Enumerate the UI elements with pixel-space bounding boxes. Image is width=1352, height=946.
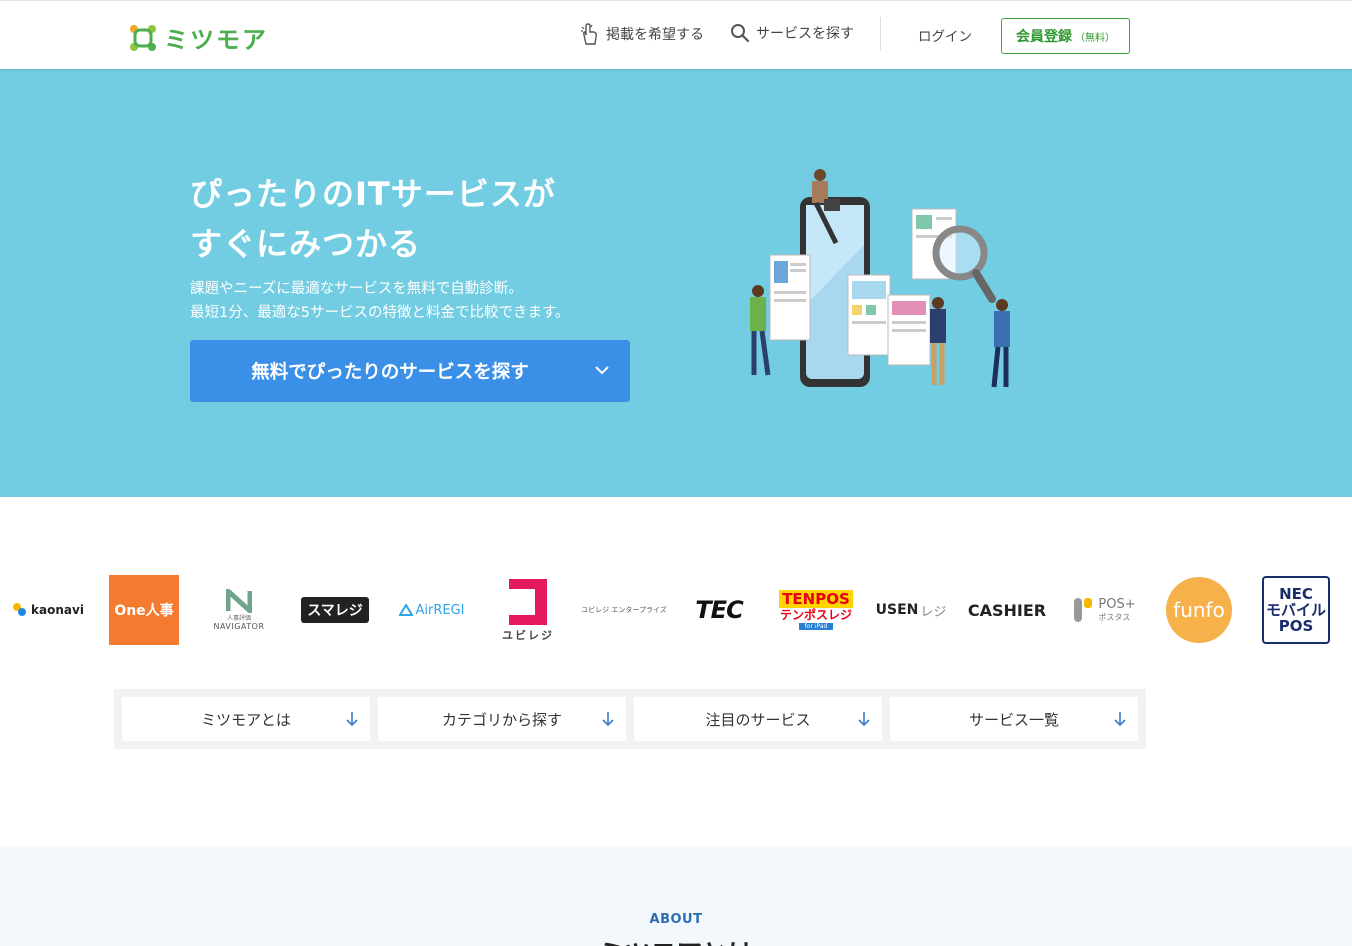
hero-title: ぴったりのITサービスが すぐにみつかる bbox=[190, 169, 556, 269]
logo-ubiregi: ユビレジ bbox=[494, 570, 562, 650]
hero-description: 課題やニーズに最適なサービスを無料で自動診断。 最短1分、最適な5サービスの特徴… bbox=[190, 277, 570, 325]
hero-desc-line1: 課題やニーズに最適なサービスを無料で自動診断。 bbox=[190, 281, 523, 297]
hero-desc-line2: 最短1分、最適な5サービスの特徴と料金で比較できます。 bbox=[190, 305, 570, 321]
nav-search-label: サービスを探す bbox=[756, 26, 854, 42]
arrow-down-icon bbox=[602, 712, 614, 727]
kaonavi-mark-icon bbox=[13, 603, 27, 616]
airregi-mark-icon bbox=[399, 604, 414, 616]
hero-title-line2: すぐにみつかる bbox=[190, 225, 422, 263]
logo-one-jinji: One人事 bbox=[108, 570, 180, 650]
hero-title-line1: ぴったりのITサービスが bbox=[190, 175, 556, 213]
anchor-about[interactable]: ミツモアとは bbox=[122, 697, 370, 741]
ubiregi-mark-icon bbox=[509, 579, 547, 625]
arrow-down-icon bbox=[858, 712, 870, 727]
logo-smaregi: スマレジ bbox=[301, 570, 369, 650]
logo-nec-mobile-pos: NEC モバイル POS bbox=[1260, 570, 1332, 650]
login-label: ログイン bbox=[918, 29, 972, 45]
anchor-category[interactable]: カテゴリから探す bbox=[378, 697, 626, 741]
hero-illustration bbox=[750, 169, 1010, 388]
brand-logo[interactable]: ミツモア bbox=[128, 20, 268, 55]
logo-kaonavi: kaonavi bbox=[8, 570, 88, 650]
section-anchor-nav: ミツモアとは カテゴリから探す 注目のサービス サービス一覧 bbox=[114, 689, 1146, 749]
navigator-mark-icon bbox=[226, 589, 252, 613]
logo-funfo: funfo bbox=[1164, 570, 1234, 650]
anchor-about-label: ミツモアとは bbox=[201, 710, 291, 729]
chevron-down-icon bbox=[595, 366, 609, 375]
about-section: ABOUT ミツモアとは bbox=[0, 846, 1352, 946]
anchor-featured[interactable]: 注目のサービス bbox=[634, 697, 882, 741]
logo-tec: TEC bbox=[695, 596, 743, 624]
logo-airregi: AirREGI bbox=[396, 570, 468, 650]
nav-publish-label: 掲載を希望する bbox=[606, 27, 704, 43]
site-header: ミツモア 掲載を希望する サービスを探す ログイン 会員登録 （無料） bbox=[0, 0, 1352, 69]
find-service-label: 無料でぴったりのサービスを探す bbox=[251, 362, 529, 383]
partner-logos: kaonavi One人事 人事評価 NAVIGATOR スマレジ AirREG… bbox=[0, 570, 1352, 650]
search-icon bbox=[731, 24, 750, 43]
anchor-category-label: カテゴリから探す bbox=[441, 710, 562, 729]
mitsumore-logo-icon bbox=[130, 24, 156, 51]
nav-publish-link[interactable]: 掲載を希望する bbox=[580, 23, 704, 45]
anchor-service-list-label: サービス一覧 bbox=[968, 710, 1059, 729]
postas-mark-icon bbox=[1074, 598, 1093, 622]
about-label: ABOUT bbox=[649, 912, 703, 927]
arrow-down-icon bbox=[1114, 712, 1126, 727]
register-label: 会員登録 bbox=[1016, 29, 1072, 45]
about-title: ミツモアとは bbox=[0, 934, 1352, 946]
register-button[interactable]: 会員登録 （無料） bbox=[1001, 18, 1130, 54]
brand-name: ミツモア bbox=[164, 26, 268, 54]
nav-search-link[interactable]: サービスを探す bbox=[730, 23, 854, 43]
logo-usen-regi: USEN レジ bbox=[875, 602, 947, 620]
find-service-button[interactable]: 無料でぴったりのサービスを探す bbox=[190, 340, 630, 402]
login-link[interactable]: ログイン bbox=[918, 25, 972, 45]
logo-cashier: CASHIER bbox=[967, 600, 1047, 620]
anchor-service-list[interactable]: サービス一覧 bbox=[890, 697, 1138, 741]
hero-section: ぴったりのITサービスが すぐにみつかる 課題やニーズに最適なサービスを無料で自… bbox=[0, 69, 1352, 497]
logo-postas: POS+ ポスタス bbox=[1066, 570, 1142, 650]
arrow-down-icon bbox=[346, 712, 358, 727]
hand-icon bbox=[581, 23, 597, 45]
register-note: （無料） bbox=[1075, 32, 1115, 44]
logo-ubiregi-enterprise: ユビレジ エンタープライズ bbox=[581, 606, 667, 614]
logo-tenpos: TENPOS テンポスレジ for iPad bbox=[779, 590, 853, 630]
nav-divider bbox=[880, 17, 881, 51]
anchor-featured-label: 注目のサービス bbox=[705, 710, 811, 729]
logo-jinji-navigator: 人事評価 NAVIGATOR bbox=[204, 570, 274, 650]
